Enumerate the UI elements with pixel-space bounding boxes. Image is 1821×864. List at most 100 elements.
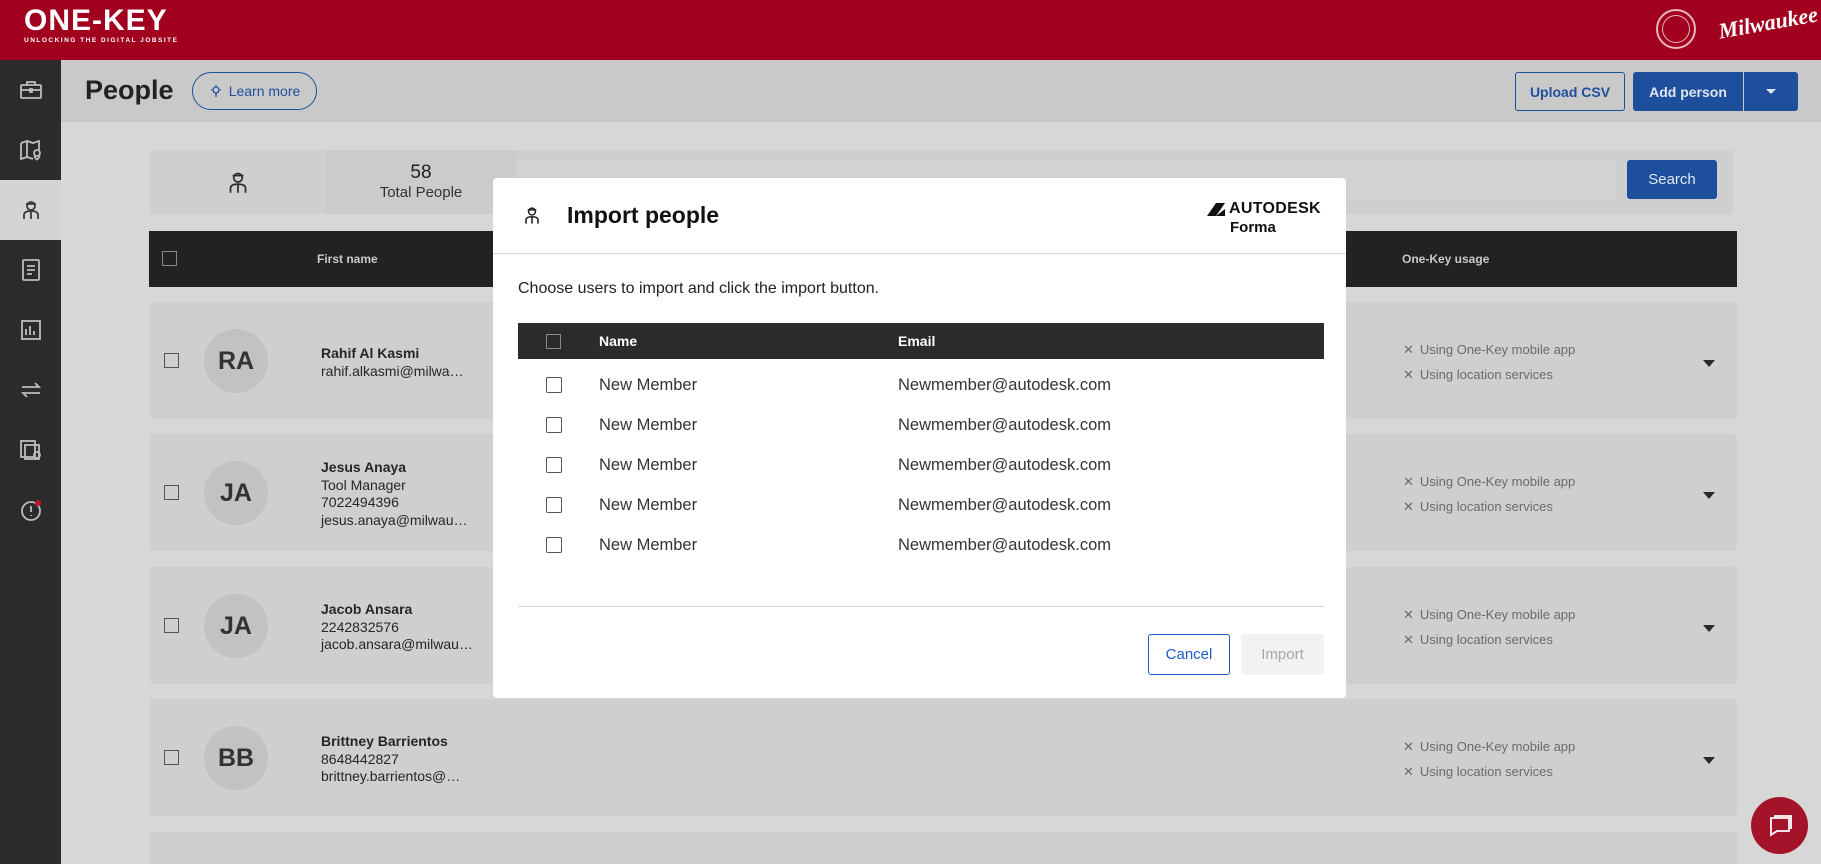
person-detail: brittney.barrientos@… (321, 768, 461, 784)
top-bar: ONE-KEY UNLOCKING THE DIGITAL JOBSITE Mi… (0, 0, 1821, 60)
side-nav (0, 60, 61, 864)
row-checkbox[interactable] (164, 353, 179, 368)
avatar: RA (204, 329, 268, 393)
row-checkbox[interactable] (164, 485, 179, 500)
member-name: New Member (599, 416, 698, 434)
usage-status: ✕ Using One-Key mobile app ✕ Using locatio… (1403, 602, 1575, 652)
x-icon: ✕ (1403, 499, 1414, 514)
transfer-icon[interactable] (0, 360, 61, 420)
autodesk-forma-logo: AUTODESK Forma (1207, 200, 1321, 236)
person-name: Jesus Anaya (321, 459, 407, 475)
add-person-button[interactable]: Add person (1633, 72, 1743, 111)
total-people-label: Total People (379, 184, 463, 201)
usage-status: ✕ Using One-Key mobile app ✕ Using locatio… (1403, 337, 1575, 387)
people-stat-icon (150, 150, 326, 214)
avatar: JA (204, 461, 268, 525)
person-info: Brittney Barrientos 8648442827 brittney.… (321, 733, 460, 786)
member-email: Newmember@autodesk.com (898, 496, 1111, 514)
person-detail: 2242832576 (321, 618, 399, 635)
person-detail: rahif.alkasmi@milwa… (321, 362, 464, 379)
name-column-header: Name (599, 333, 638, 349)
import-row[interactable]: New Member Newmember@autodesk.com (518, 365, 1324, 405)
usage-status: ✕ Using One-Key mobile app ✕ Using locatio… (1403, 469, 1575, 519)
person-name: Brittney Barrientos (321, 733, 448, 749)
upload-csv-button[interactable]: Upload CSV (1515, 72, 1625, 111)
import-row[interactable]: New Member Newmember@autodesk.com (518, 405, 1324, 445)
logo-tagline: UNLOCKING THE DIGITAL JOBSITE (24, 37, 179, 44)
alert-icon[interactable] (0, 480, 61, 540)
import-row[interactable]: New Member Newmember@autodesk.com (518, 485, 1324, 525)
usage-mobile-label: Using One-Key mobile app (1419, 607, 1576, 622)
member-email: Newmember@autodesk.com (898, 536, 1111, 554)
import-row[interactable]: New Member Newmember@autodesk.com (518, 445, 1324, 485)
chat-button[interactable] (1751, 797, 1808, 854)
row-checkbox[interactable] (546, 497, 562, 513)
cancel-button[interactable]: Cancel (1148, 634, 1230, 675)
logo-text: ONE-KEY (24, 4, 168, 37)
usage-status: ✕ Using One-Key mobile app ✕ Using locatio… (1403, 734, 1575, 784)
person-detail: jesus.anaya@milwau… (321, 511, 468, 528)
lightbulb-icon (210, 85, 221, 97)
member-email: Newmember@autodesk.com (898, 456, 1111, 474)
row-checkbox[interactable] (164, 750, 179, 765)
row-checkbox[interactable] (546, 537, 562, 553)
person-detail: Tool Manager (321, 476, 406, 493)
person-info: Jacob Ansara 2242832576 jacob.ansara@mil… (321, 601, 473, 654)
import-table-header: Name Email (518, 323, 1324, 359)
modal-instruction: Choose users to import and click the imp… (518, 280, 880, 297)
x-icon: ✕ (1403, 474, 1414, 489)
person-card[interactable] (150, 832, 1737, 864)
import-row[interactable]: New Member Newmember@autodesk.com (518, 525, 1324, 565)
page-header: People Learn more Upload CSV Add person (61, 60, 1821, 122)
avatar: BB (204, 726, 268, 790)
row-checkbox[interactable] (546, 457, 562, 473)
row-checkbox[interactable] (164, 618, 179, 633)
modal-header: Import people AUTODESK Forma (493, 178, 1346, 254)
x-icon: ✕ (1403, 367, 1414, 382)
select-all-checkbox[interactable] (546, 334, 561, 349)
usage-mobile-label: Using One-Key mobile app (1419, 739, 1576, 754)
person-card[interactable]: BB Brittney Barrientos 8648442827 brittn… (150, 699, 1737, 816)
expand-caret-icon[interactable] (1703, 625, 1715, 632)
usage-mobile-label: Using One-Key mobile app (1419, 474, 1576, 489)
one-key-logo[interactable]: ONE-KEY UNLOCKING THE DIGITAL JOBSITE (24, 4, 179, 45)
map-pin-icon[interactable] (0, 120, 61, 180)
first-name-column-header[interactable]: First name (317, 252, 378, 266)
usage-location-label: Using location services (1419, 764, 1553, 779)
row-checkbox[interactable] (546, 417, 562, 433)
add-person-dropdown-button[interactable] (1744, 72, 1798, 111)
search-button[interactable]: Search (1627, 160, 1717, 199)
people-icon[interactable] (0, 180, 61, 240)
usage-mobile-label: Using One-Key mobile app (1419, 342, 1576, 357)
member-name: New Member (599, 536, 698, 554)
import-button[interactable]: Import (1241, 634, 1324, 675)
member-name: New Member (599, 376, 698, 394)
expand-caret-icon[interactable] (1703, 360, 1715, 367)
x-icon: ✕ (1403, 607, 1414, 622)
x-icon: ✕ (1403, 632, 1414, 647)
page-title: People (85, 75, 174, 105)
x-icon: ✕ (1403, 739, 1414, 754)
chat-icon (1769, 814, 1792, 837)
partner-product: Forma (1230, 219, 1276, 236)
person-info: Jesus Anaya Tool Manager 7022494396 jesu… (321, 459, 468, 529)
avatar: JA (204, 594, 268, 658)
modal-title: Import people (567, 202, 720, 228)
expand-caret-icon[interactable] (1703, 757, 1715, 764)
select-all-checkbox[interactable] (162, 251, 177, 266)
brand-logo: Milwaukee (1716, 1, 1820, 44)
user-devices-icon[interactable] (0, 420, 61, 480)
row-checkbox[interactable] (546, 377, 562, 393)
member-name: New Member (599, 496, 698, 514)
email-column-header: Email (898, 333, 936, 349)
x-icon: ✕ (1403, 764, 1414, 779)
toolbox-icon[interactable] (0, 60, 61, 120)
person-detail: 8648442827 (321, 750, 399, 767)
person-name: Jacob Ansara (321, 601, 413, 617)
analytics-icon[interactable] (0, 300, 61, 360)
x-icon: ✕ (1403, 342, 1414, 357)
learn-more-button[interactable]: Learn more (192, 72, 317, 110)
report-icon[interactable] (0, 240, 61, 300)
expand-caret-icon[interactable] (1703, 492, 1715, 499)
person-detail: 7022494396 (321, 494, 399, 510)
